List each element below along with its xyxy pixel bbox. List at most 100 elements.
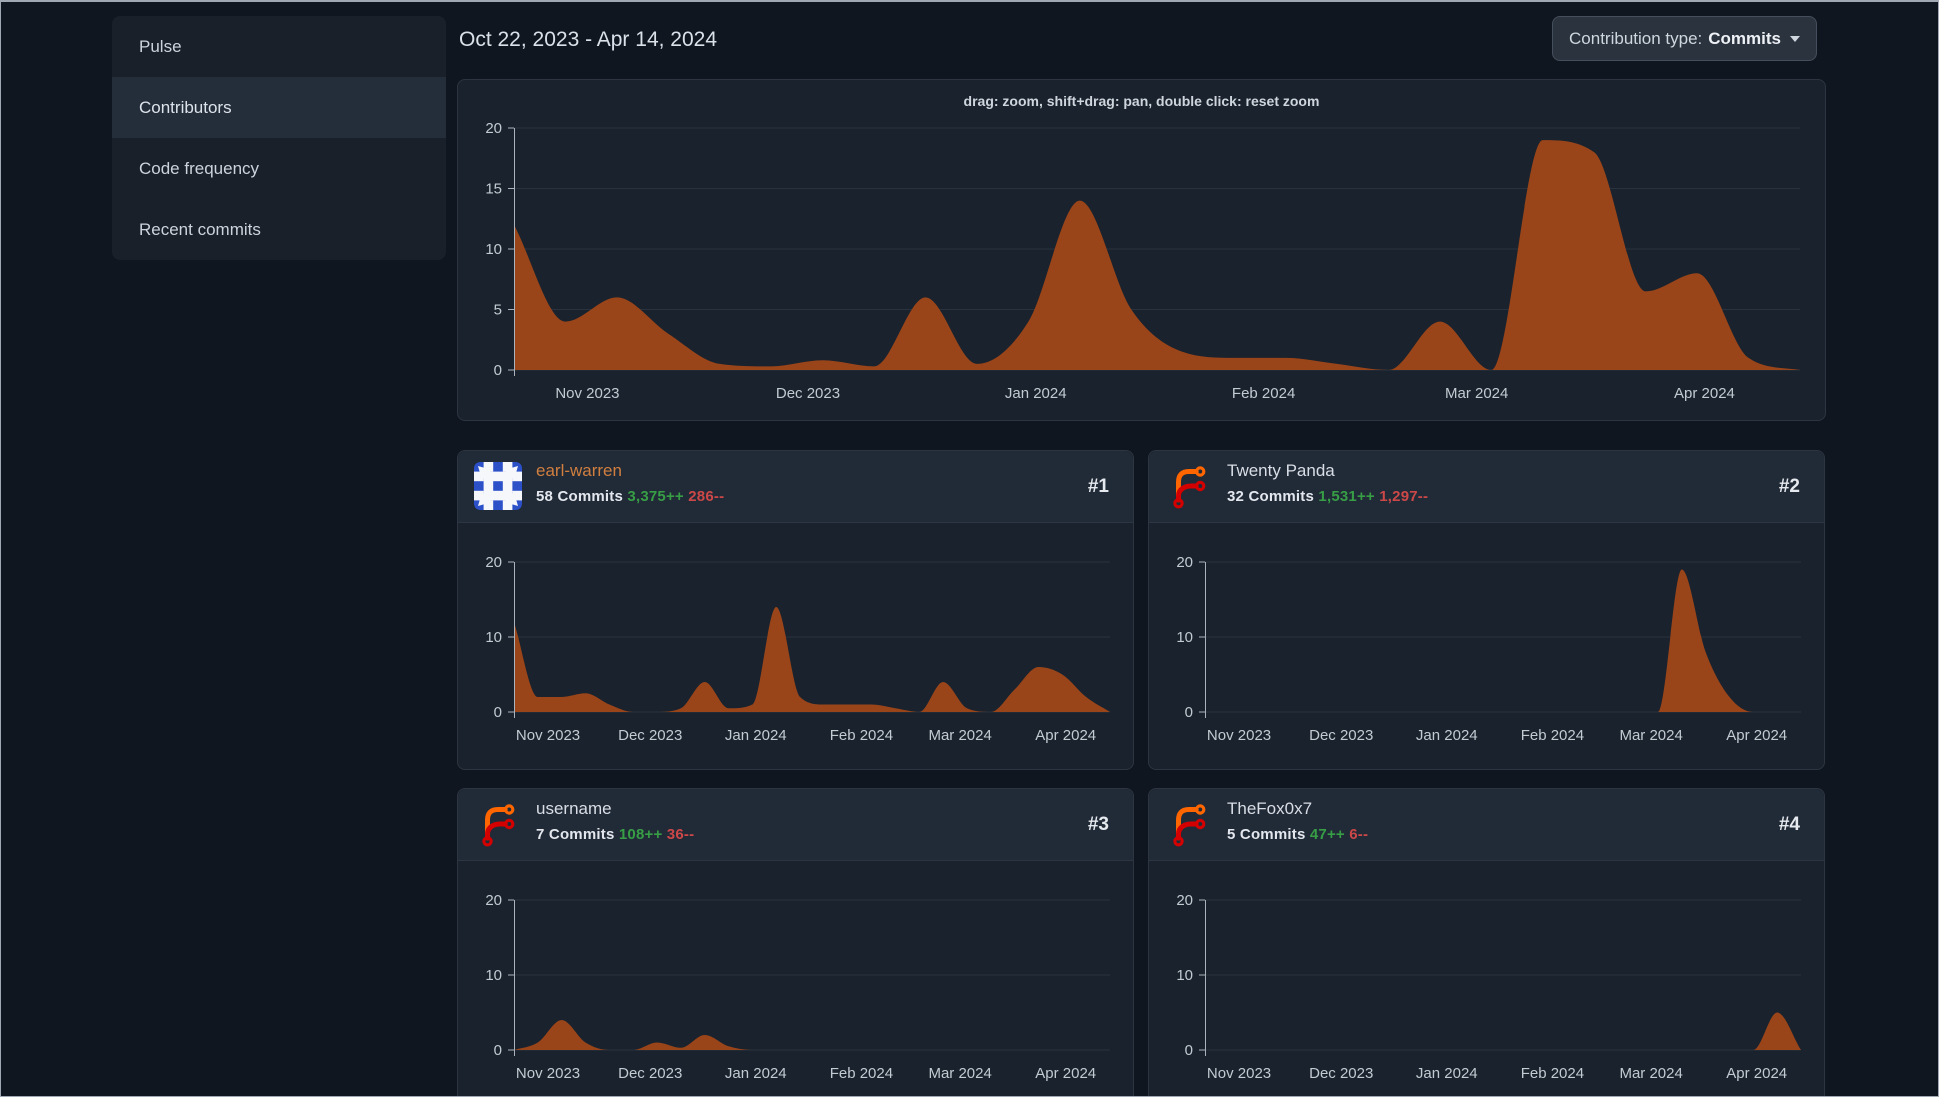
svg-text:10: 10 xyxy=(485,967,502,984)
contributor-rank: #2 xyxy=(1778,475,1800,497)
contributor-stats: 32 Commits 1,531++ 1,297-- xyxy=(1227,488,1428,505)
svg-text:10: 10 xyxy=(1176,629,1193,646)
contributor-chart[interactable]: 0 10 20 Nov 2023 Dec 2023 Jan 2024 Feb 2024 Mar… xyxy=(458,522,1133,770)
additions-count: 3,375++ xyxy=(627,488,684,505)
svg-text:Dec 2023: Dec 2023 xyxy=(776,385,840,402)
deletions-count: 286-- xyxy=(688,488,725,505)
contributor-name: TheFox0x7 xyxy=(1227,799,1313,818)
svg-text:Nov 2023: Nov 2023 xyxy=(516,1065,580,1082)
forgejo-logo-avatar xyxy=(1165,800,1213,848)
activity-sidebar-menu: Pulse Contributors Code frequency Recent… xyxy=(112,16,446,260)
commit-count: 58 Commits xyxy=(536,488,624,505)
contributor-card-header: TheFox0x7 5 Commits 47++ 6-- #4 xyxy=(1149,789,1824,861)
user-avatar-identicon[interactable] xyxy=(474,462,522,510)
date-range-title: Oct 22, 2023 - Apr 14, 2024 xyxy=(459,28,718,51)
contributor-rank: #4 xyxy=(1778,813,1800,835)
svg-text:Nov 2023: Nov 2023 xyxy=(555,385,619,402)
contribution-type-dropdown[interactable]: Contribution type: Commits xyxy=(1552,16,1817,61)
svg-text:Jan 2024: Jan 2024 xyxy=(725,1065,787,1082)
sidebar-item-code-frequency[interactable]: Code frequency xyxy=(112,138,446,199)
contributor-name: username xyxy=(536,799,612,818)
sidebar-item-contributors[interactable]: Contributors xyxy=(112,77,446,138)
sidebar-item-pulse[interactable]: Pulse xyxy=(112,16,446,77)
svg-text:Feb 2024: Feb 2024 xyxy=(1521,727,1584,744)
svg-text:Mar 2024: Mar 2024 xyxy=(1619,1065,1682,1082)
forgejo-logo-avatar xyxy=(474,800,522,848)
svg-text:Jan 2024: Jan 2024 xyxy=(1416,727,1478,744)
forgejo-logo-avatar xyxy=(1165,462,1213,510)
chevron-down-icon xyxy=(1790,35,1800,42)
svg-text:Nov 2023: Nov 2023 xyxy=(1207,727,1271,744)
contribution-type-value: Commits xyxy=(1708,28,1781,48)
svg-text:20: 20 xyxy=(485,554,502,571)
contributor-name-link[interactable]: earl-warren xyxy=(536,461,622,481)
svg-text:Apr 2024: Apr 2024 xyxy=(1035,1065,1096,1082)
contributors-page: Pulse Contributors Code frequency Recent… xyxy=(0,0,1939,1097)
contributor-stats: 5 Commits 47++ 6-- xyxy=(1227,826,1368,843)
svg-text:15: 15 xyxy=(485,181,502,198)
contributor-card-header: Twenty Panda 32 Commits 1,531++ 1,297-- … xyxy=(1149,451,1824,523)
contributor-chart[interactable]: 0 10 20 Nov 2023 Dec 2023 Jan 2024 Feb 2024 Mar… xyxy=(1149,522,1824,770)
svg-text:0: 0 xyxy=(494,704,502,721)
svg-text:Nov 2023: Nov 2023 xyxy=(1207,1065,1271,1082)
svg-text:Apr 2024: Apr 2024 xyxy=(1726,727,1787,744)
contributor-card-header: earl-warren 58 Commits 3,375++ 286-- #1 xyxy=(458,451,1133,523)
svg-text:Dec 2023: Dec 2023 xyxy=(1309,727,1373,744)
contributor-card-header: username 7 Commits 108++ 36-- #3 xyxy=(458,789,1133,861)
contributor-card: TheFox0x7 5 Commits 47++ 6-- #4 0 10 20 Nov… xyxy=(1148,788,1825,1096)
deletions-count: 36-- xyxy=(666,826,695,843)
svg-text:Apr 2024: Apr 2024 xyxy=(1035,727,1096,744)
contributor-card: earl-warren 58 Commits 3,375++ 286-- #1 … xyxy=(457,450,1134,770)
contribution-type-label: Contribution type: xyxy=(1569,28,1703,48)
svg-text:Feb 2024: Feb 2024 xyxy=(830,727,893,744)
svg-text:Apr 2024: Apr 2024 xyxy=(1726,1065,1787,1082)
contributor-rank: #1 xyxy=(1087,475,1109,497)
svg-text:Apr 2024: Apr 2024 xyxy=(1674,385,1735,402)
contributor-name: Twenty Panda xyxy=(1227,461,1335,480)
svg-text:20: 20 xyxy=(1176,554,1193,571)
svg-text:Mar 2024: Mar 2024 xyxy=(928,1065,991,1082)
deletions-count: 1,297-- xyxy=(1379,488,1429,505)
svg-text:Mar 2024: Mar 2024 xyxy=(1619,727,1682,744)
svg-text:Feb 2024: Feb 2024 xyxy=(1232,385,1295,402)
svg-text:0: 0 xyxy=(1185,1042,1193,1059)
svg-text:0: 0 xyxy=(1185,704,1193,721)
additions-count: 1,531++ xyxy=(1318,488,1375,505)
sidebar-item-recent-commits[interactable]: Recent commits xyxy=(112,199,446,260)
svg-text:20: 20 xyxy=(485,892,502,909)
contributor-chart[interactable]: 0 10 20 Nov 2023 Dec 2023 Jan 2024 Feb 2024 Mar… xyxy=(1149,860,1824,1096)
additions-count: 47++ xyxy=(1309,826,1345,843)
svg-text:5: 5 xyxy=(494,302,502,319)
svg-text:20: 20 xyxy=(485,120,502,137)
contributor-stats: 7 Commits 108++ 36-- xyxy=(536,826,694,843)
contributor-chart[interactable]: 0 10 20 Nov 2023 Dec 2023 Jan 2024 Feb 2024 Mar… xyxy=(458,860,1133,1096)
contributor-card: username 7 Commits 108++ 36-- #3 0 10 20 No… xyxy=(457,788,1134,1096)
svg-text:0: 0 xyxy=(494,362,502,379)
main-chart-panel: drag: zoom, shift+drag: pan, double clic… xyxy=(457,79,1826,421)
svg-text:20: 20 xyxy=(1176,892,1193,909)
deletions-count: 6-- xyxy=(1349,826,1369,843)
svg-text:Dec 2023: Dec 2023 xyxy=(618,727,682,744)
all-contributions-chart[interactable]: 0 5 10 15 20 Nov 2023 Dec 2023 Jan 2024 Feb 2024… xyxy=(458,80,1825,420)
contributor-card: Twenty Panda 32 Commits 1,531++ 1,297-- … xyxy=(1148,450,1825,770)
commit-count: 5 Commits xyxy=(1227,826,1306,843)
svg-text:10: 10 xyxy=(485,629,502,646)
svg-text:Jan 2024: Jan 2024 xyxy=(725,727,787,744)
svg-text:Nov 2023: Nov 2023 xyxy=(516,727,580,744)
svg-text:10: 10 xyxy=(1176,967,1193,984)
svg-text:0: 0 xyxy=(494,1042,502,1059)
svg-text:Jan 2024: Jan 2024 xyxy=(1005,385,1067,402)
contributor-stats: 58 Commits 3,375++ 286-- xyxy=(536,488,724,505)
contributor-rank: #3 xyxy=(1087,813,1109,835)
svg-text:Mar 2024: Mar 2024 xyxy=(928,727,991,744)
svg-text:Dec 2023: Dec 2023 xyxy=(1309,1065,1373,1082)
svg-text:Dec 2023: Dec 2023 xyxy=(618,1065,682,1082)
svg-text:Feb 2024: Feb 2024 xyxy=(1521,1065,1584,1082)
svg-text:Jan 2024: Jan 2024 xyxy=(1416,1065,1478,1082)
svg-text:Mar 2024: Mar 2024 xyxy=(1445,385,1508,402)
additions-count: 108++ xyxy=(618,826,663,843)
commit-count: 32 Commits xyxy=(1227,488,1315,505)
svg-text:Feb 2024: Feb 2024 xyxy=(830,1065,893,1082)
svg-text:10: 10 xyxy=(485,241,502,258)
commit-count: 7 Commits xyxy=(536,826,615,843)
